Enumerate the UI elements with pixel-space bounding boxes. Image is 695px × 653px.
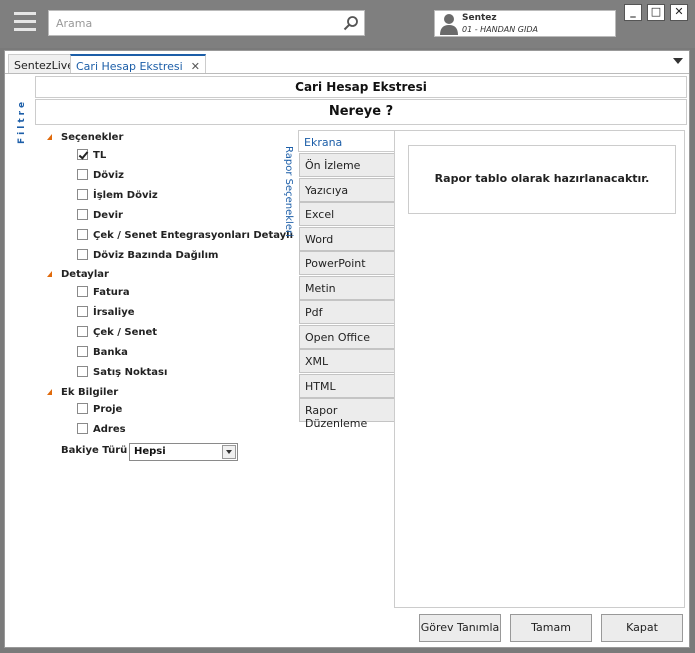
option-doviz[interactable]: Döviz — [77, 169, 124, 181]
user-name: Sentez — [462, 13, 497, 23]
option-cek-senet[interactable]: Çek / Senet — [77, 326, 157, 338]
option-adres[interactable]: Adres — [77, 423, 126, 435]
checkbox[interactable] — [77, 209, 88, 220]
checkbox[interactable] — [77, 249, 88, 260]
bakiye-turu-label: Bakiye Türü — [61, 445, 128, 456]
group-detaylar[interactable]: Detaylar — [47, 269, 109, 280]
close-button[interactable]: ✕ — [670, 4, 688, 21]
tab-label: Cari Hesap Ekstresi — [76, 60, 183, 73]
report-options-label: Rapor Seçenekleri — [283, 146, 294, 237]
output-detail-panel: Rapor tablo olarak hazırlanacaktır. — [394, 130, 685, 608]
output-yaziciya[interactable]: Yazıcıya — [299, 178, 395, 202]
tab-bar: SentezLive Cari Hesap Ekstresi ✕ — [5, 51, 689, 74]
checkbox[interactable] — [77, 169, 88, 180]
option-islem-doviz[interactable]: İşlem Döviz — [77, 189, 158, 201]
checkbox[interactable] — [77, 306, 88, 317]
tab-close-icon[interactable]: ✕ — [191, 60, 200, 73]
option-fatura[interactable]: Fatura — [77, 286, 130, 298]
option-doviz-bazinda-dagilim[interactable]: Döviz Bazında Dağılım — [77, 249, 218, 261]
output-on-izleme[interactable]: Ön İzleme — [299, 153, 395, 177]
tab-label: SentezLive — [14, 59, 75, 72]
output-ekrana[interactable]: Ekrana — [298, 130, 395, 152]
search-input[interactable]: Arama — [48, 10, 365, 36]
info-message: Rapor tablo olarak hazırlanacaktır. — [408, 145, 676, 214]
checkbox[interactable] — [77, 403, 88, 414]
option-devir[interactable]: Devir — [77, 209, 123, 221]
bakiye-turu-value: Hepsi — [134, 446, 166, 457]
kapat-button[interactable]: Kapat — [601, 614, 683, 642]
main-content: SentezLive Cari Hesap Ekstresi ✕ Filtre C… — [4, 50, 690, 648]
page-title: Cari Hesap Ekstresi — [35, 76, 687, 98]
expand-triangle-icon[interactable] — [47, 271, 52, 277]
option-tl[interactable]: TL — [77, 149, 106, 161]
search-placeholder: Arama — [56, 17, 93, 30]
minimize-button[interactable]: _ — [624, 4, 642, 21]
title-bar: Arama Sentez 01 - HANDAN GIDA _ □ ✕ — [0, 0, 695, 48]
tamam-button[interactable]: Tamam — [510, 614, 592, 642]
option-cek-senet-entegrasyon[interactable]: Çek / Senet Entegrasyonları Detaylı — [77, 229, 293, 241]
checkbox[interactable] — [77, 149, 88, 160]
tab-cari-hesap-ekstresi[interactable]: Cari Hesap Ekstresi ✕ — [70, 54, 206, 73]
filter-side-label[interactable]: Filtre — [17, 97, 31, 145]
user-panel[interactable]: Sentez 01 - HANDAN GIDA — [434, 10, 616, 37]
chevron-down-icon[interactable] — [222, 445, 236, 459]
output-open-office[interactable]: Open Office — [299, 325, 395, 349]
option-proje[interactable]: Proje — [77, 403, 122, 415]
bakiye-turu-select[interactable]: Hepsi — [129, 443, 238, 461]
group-secenekler[interactable]: Seçenekler — [47, 132, 123, 143]
avatar-icon — [440, 14, 458, 35]
menu-icon[interactable] — [14, 12, 36, 34]
checkbox[interactable] — [77, 326, 88, 337]
checkbox[interactable] — [77, 189, 88, 200]
expand-triangle-icon[interactable] — [47, 134, 52, 140]
output-pdf[interactable]: Pdf — [299, 300, 395, 324]
page-subtitle: Nereye ? — [35, 99, 687, 125]
group-ek-bilgiler[interactable]: Ek Bilgiler — [47, 387, 118, 398]
search-icon[interactable] — [343, 15, 359, 31]
option-banka[interactable]: Banka — [77, 346, 128, 358]
option-satis-noktasi[interactable]: Satış Noktası — [77, 366, 167, 378]
user-company: 01 - HANDAN GIDA — [462, 25, 538, 34]
gorev-tanimla-button[interactable]: Görev Tanımla — [419, 614, 501, 642]
expand-triangle-icon[interactable] — [47, 389, 52, 395]
output-rapor-duzenleme[interactable]: Rapor Düzenleme — [299, 398, 395, 430]
output-xml[interactable]: XML — [299, 349, 395, 373]
output-html[interactable]: HTML — [299, 374, 395, 398]
checkbox[interactable] — [77, 229, 88, 240]
checkbox[interactable] — [77, 423, 88, 434]
checkbox[interactable] — [77, 366, 88, 377]
checkbox[interactable] — [77, 286, 88, 297]
tab-menu-chevron-icon[interactable] — [673, 58, 683, 64]
output-metin[interactable]: Metin — [299, 276, 395, 300]
option-irsaliye[interactable]: İrsaliye — [77, 306, 135, 318]
maximize-button[interactable]: □ — [647, 4, 665, 21]
output-powerpoint[interactable]: PowerPoint — [299, 251, 395, 275]
checkbox[interactable] — [77, 346, 88, 357]
output-word[interactable]: Word — [299, 227, 395, 251]
output-excel[interactable]: Excel — [299, 202, 395, 226]
